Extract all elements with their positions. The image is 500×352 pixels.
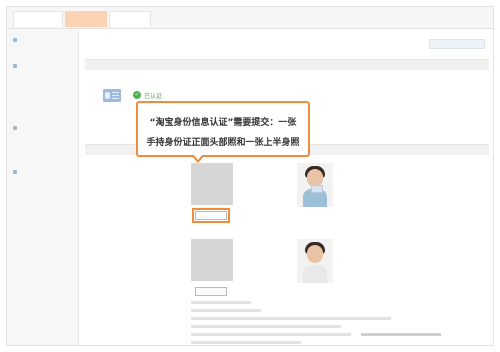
note-line	[191, 309, 261, 312]
sidebar	[7, 29, 79, 345]
sidebar-item[interactable]	[7, 205, 78, 214]
header-action-button[interactable]	[429, 39, 485, 49]
note-line	[191, 325, 341, 328]
note-line	[191, 301, 251, 304]
sidebar-item[interactable]	[7, 152, 78, 161]
note-line	[361, 333, 441, 336]
bullet-icon	[13, 126, 17, 130]
bullet-icon	[13, 170, 17, 174]
sidebar-group-3[interactable]	[7, 122, 78, 134]
callout-line-2: 手持身份证正面头部照和一张上半身照	[146, 138, 300, 148]
check-icon: ✓	[133, 91, 141, 99]
sidebar-item[interactable]	[7, 81, 78, 90]
verified-status: 已认证	[144, 93, 163, 100]
sidebar-item[interactable]	[7, 72, 78, 81]
sidebar-item[interactable]	[7, 223, 78, 232]
sidebar-group-2[interactable]	[7, 60, 78, 72]
top-nav-bar	[7, 7, 493, 29]
example-photo-half-body	[297, 239, 333, 283]
upload-handheld-id-button[interactable]	[192, 208, 230, 223]
handheld-id-upload-preview[interactable]	[191, 163, 233, 205]
bullet-icon	[13, 38, 17, 42]
tab-1[interactable]	[13, 11, 63, 27]
sidebar-item[interactable]	[7, 143, 78, 152]
instruction-callout: “淘宝身份信息认证”需要提交：一张 手持身份证正面头部照和一张上半身照	[136, 101, 310, 157]
upload-half-body-button[interactable]	[195, 287, 227, 296]
tab-active[interactable]	[65, 11, 107, 27]
sidebar-item[interactable]	[7, 187, 78, 196]
sidebar-group-4[interactable]	[7, 166, 78, 178]
window: ✓ 已认证 “淘宝身份信息认证”需要提交：一张 手持身份证正面头部照和一张上半身	[6, 6, 494, 346]
callout-pointer-inner	[193, 154, 203, 160]
half-body-upload-preview[interactable]	[191, 239, 233, 281]
sidebar-item[interactable]	[7, 90, 78, 99]
id-card-icon	[103, 89, 121, 102]
bullet-icon	[13, 64, 17, 68]
callout-line-1: “淘宝身份信息认证”需要提交：一张	[149, 118, 297, 128]
tab-account-management[interactable]	[109, 11, 151, 27]
sidebar-item[interactable]	[7, 214, 78, 223]
note-line	[191, 317, 391, 320]
section-header-verification	[85, 59, 489, 70]
sidebar-item[interactable]	[7, 46, 78, 55]
sidebar-item[interactable]	[7, 108, 78, 117]
sidebar-item[interactable]	[7, 232, 78, 241]
sidebar-item[interactable]	[7, 178, 78, 187]
main-content: ✓ 已认证	[81, 29, 493, 345]
sidebar-group-1[interactable]	[7, 34, 78, 46]
note-line	[191, 341, 301, 344]
sidebar-item[interactable]	[7, 196, 78, 205]
sidebar-item[interactable]	[7, 99, 78, 108]
example-photo-handheld-id	[297, 163, 333, 207]
sidebar-item[interactable]	[7, 134, 78, 143]
note-line	[191, 333, 351, 336]
